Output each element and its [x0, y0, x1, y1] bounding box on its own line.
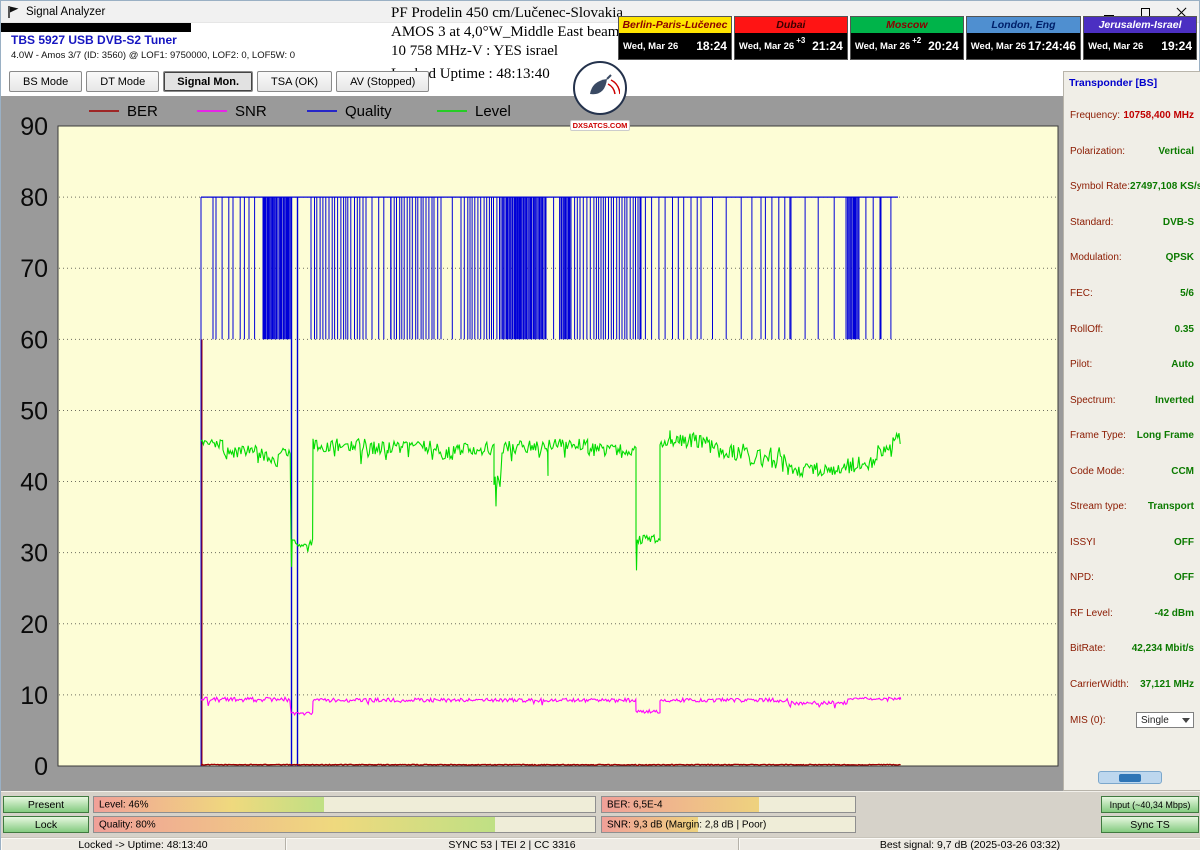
svg-text:Quality: Quality — [345, 103, 392, 120]
clock-dubai: Dubai Wed, Mar 26 +3 21:24 — [734, 16, 848, 60]
world-clocks: Berlin-Paris-Lučenec Wed, Mar 26 18:24 D… — [618, 16, 1197, 60]
field-frequency: Frequency:10758,400 MHz — [1064, 98, 1200, 134]
svg-text:SNR: SNR — [235, 103, 267, 120]
clock-city-label: Jerusalem-Israel — [1084, 17, 1196, 33]
satellite-dish-icon — [580, 68, 620, 108]
tab-dt-mode[interactable]: DT Mode — [86, 71, 159, 92]
dxsatcs-logo: DXSATCS.COM — [569, 61, 631, 133]
tab-tsa[interactable]: TSA (OK) — [257, 71, 332, 92]
signal-analyzer-window: Signal Analyzer TBS 5927 USB DVB-S2 Tune… — [0, 0, 1200, 850]
field-fec: FEC:5/6 — [1064, 276, 1200, 312]
svg-text:80: 80 — [20, 184, 48, 212]
svg-text:10: 10 — [20, 682, 48, 710]
field-stream-type: Stream type:Transport — [1064, 489, 1200, 525]
input-badge: Input (~40,34 Mbps) — [1101, 796, 1199, 813]
svg-text:0: 0 — [34, 753, 48, 781]
site-line1: PF Prodelin 450 cm/Lučenec-Slovakia — [391, 4, 623, 23]
field-polarization: Polarization:Vertical — [1064, 134, 1200, 170]
scrollbar-thumb[interactable] — [1119, 774, 1141, 782]
bottom-statusbar: Locked -> Uptime: 48:13:40 SYNC 53 | TEI… — [1, 837, 1200, 850]
quality-meter: Quality: 80% — [93, 816, 596, 833]
svg-text:20: 20 — [20, 611, 48, 639]
field-modulation: Modulation:QPSK — [1064, 240, 1200, 276]
clock-berlin-paris-lucenec: Berlin-Paris-Lučenec Wed, Mar 26 18:24 — [618, 16, 732, 60]
mis-dropdown[interactable]: Single — [1136, 712, 1194, 728]
svg-text:50: 50 — [20, 397, 48, 425]
clock-city-label: London, Eng — [967, 17, 1080, 33]
field-standard: Standard:DVB-S — [1064, 205, 1200, 241]
sync-ts-badge: Sync TS — [1101, 816, 1199, 833]
quality-meter-label: Quality: 80% — [99, 819, 156, 830]
svg-text:60: 60 — [20, 326, 48, 354]
svg-text:40: 40 — [20, 469, 48, 497]
dxsatcs-logo-text: DXSATCS.COM — [570, 120, 631, 131]
transponder-fields: Frequency:10758,400 MHz Polarization:Ver… — [1064, 98, 1200, 738]
ber-meter: BER: 6,5E-4 — [601, 796, 856, 813]
field-frame-type: Frame Type:Long Frame — [1064, 418, 1200, 454]
transponder-panel: Transponder [BS] Frequency:10758,400 MHz… — [1063, 71, 1200, 791]
field-mis: MIS (0): Single — [1064, 702, 1200, 738]
status-row-2: Lock Quality: 80% SNR: 9,3 dB (Margin: 2… — [1, 816, 1200, 833]
site-line2: AMOS 3 at 4,0°W_Middle East beam — [391, 23, 623, 42]
svg-text:BER: BER — [127, 103, 158, 120]
svg-text:30: 30 — [20, 540, 48, 568]
field-npd: NPD:OFF — [1064, 560, 1200, 596]
sidebar-scrollbar[interactable] — [1098, 771, 1162, 784]
clock-london: London, Eng Wed, Mar 26 17:24:46 — [966, 16, 1081, 60]
svg-text:70: 70 — [20, 255, 48, 283]
tab-av[interactable]: AV (Stopped) — [336, 71, 429, 92]
field-issyi: ISSYIOFF — [1064, 525, 1200, 561]
svg-text:90: 90 — [20, 113, 48, 141]
level-meter-label: Level: 46% — [99, 799, 148, 810]
status-meters: Present Level: 46% BER: 6,5E-4 Input (~4… — [1, 791, 1200, 837]
present-badge: Present — [3, 796, 89, 813]
tuner-title: TBS 5927 USB DVB-S2 Tuner — [11, 33, 295, 47]
tuner-info: TBS 5927 USB DVB-S2 Tuner 4.0W - Amos 3/… — [11, 33, 295, 61]
transponder-panel-title: Transponder [BS] — [1069, 77, 1157, 89]
field-spectrum: Spectrum:Inverted — [1064, 382, 1200, 418]
clock-time: Wed, Mar 26 +2 20:24 — [851, 33, 963, 59]
tuner-subtitle: 4.0W - Amos 3/7 (ID: 3560) @ LOF1: 97500… — [11, 50, 295, 61]
level-meter: Level: 46% — [93, 796, 596, 813]
tab-bs-mode[interactable]: BS Mode — [9, 71, 82, 92]
statusbar-uptime: Locked -> Uptime: 48:13:40 — [1, 838, 286, 850]
app-flag-icon — [7, 5, 20, 19]
clock-time: Wed, Mar 26 +3 21:24 — [735, 33, 847, 59]
window-title: Signal Analyzer — [26, 6, 105, 18]
chevron-down-icon — [1182, 718, 1190, 723]
svg-text:Level: Level — [475, 103, 511, 120]
ber-meter-label: BER: 6,5E-4 — [607, 799, 663, 810]
site-line3: 10 758 MHz-V : YES israel — [391, 42, 623, 61]
signal-chart-panel: BER SNR Quality Level 0 10 20 30 40 50 60 70 80 90 — [1, 96, 1063, 791]
field-symbol-rate: Symbol Rate:27497,108 KS/s — [1064, 169, 1200, 205]
lock-badge: Lock — [3, 816, 89, 833]
clock-city-label: Berlin-Paris-Lučenec — [619, 17, 731, 33]
snr-meter: SNR: 9,3 dB (Margin: 2,8 dB | Poor) — [601, 816, 856, 833]
clock-time: Wed, Mar 26 19:24 — [1084, 33, 1196, 59]
statusbar-best-signal: Best signal: 9,7 dB (2025-03-26 03:32) — [739, 838, 1200, 850]
redacted-strip — [1, 23, 191, 32]
tab-signal-mon[interactable]: Signal Mon. — [163, 71, 253, 92]
field-rolloff: RollOff:0.35 — [1064, 311, 1200, 347]
field-rf-level: RF Level:-42 dBm — [1064, 596, 1200, 632]
field-pilot: Pilot:Auto — [1064, 347, 1200, 383]
signal-chart: BER SNR Quality Level 0 10 20 30 40 50 60 70 80 90 — [1, 96, 1063, 791]
field-bitrate: BitRate:42,234 Mbit/s — [1064, 631, 1200, 667]
field-code-mode: Code Mode:CCM — [1064, 453, 1200, 489]
clock-city-label: Moscow — [851, 17, 963, 33]
clock-time: Wed, Mar 26 17:24:46 — [967, 33, 1080, 59]
statusbar-sync-info: SYNC 53 | TEI 2 | CC 3316 — [286, 838, 739, 850]
clock-city-label: Dubai — [735, 17, 847, 33]
snr-meter-label: SNR: 9,3 dB (Margin: 2,8 dB | Poor) — [607, 819, 766, 830]
clock-jerusalem: Jerusalem-Israel Wed, Mar 26 19:24 — [1083, 16, 1197, 60]
field-carrierwidth: CarrierWidth:37,121 MHz — [1064, 667, 1200, 703]
clock-time: Wed, Mar 26 18:24 — [619, 33, 731, 59]
dxsatcs-logo-circle — [573, 61, 627, 115]
status-row-1: Present Level: 46% BER: 6,5E-4 Input (~4… — [1, 796, 1200, 813]
mode-tabs: BS Mode DT Mode Signal Mon. TSA (OK) AV … — [9, 71, 429, 92]
clock-moscow: Moscow Wed, Mar 26 +2 20:24 — [850, 16, 964, 60]
